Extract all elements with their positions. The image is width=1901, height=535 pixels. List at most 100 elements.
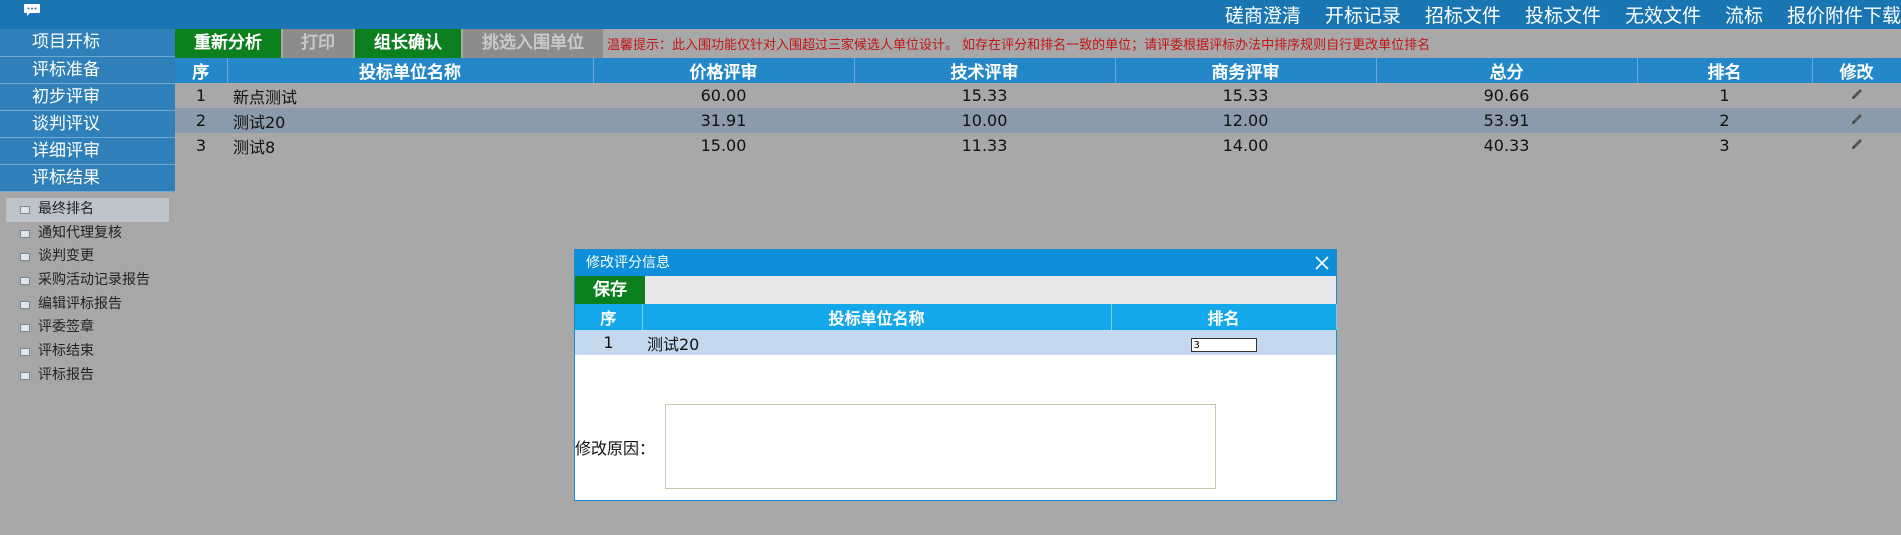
cell-edit: [1812, 83, 1901, 108]
dialog-table: 序 投标单位名称 排名 1 测试20: [575, 304, 1337, 355]
doc-icon: [20, 229, 30, 238]
cell-name: 测试8: [233, 137, 276, 157]
cell-price: 15.00: [700, 136, 747, 155]
leader-confirm-button[interactable]: 组长确认: [355, 29, 461, 58]
menu-preliminary-review[interactable]: 初步评审: [0, 84, 175, 111]
cell-no: 1: [195, 86, 207, 105]
doc-icon: [20, 300, 30, 309]
cell-biz: 14.00: [1222, 136, 1269, 155]
select-shortlist-button[interactable]: 挑选入围单位: [463, 29, 603, 58]
table-row[interactable]: 1 新点测试 60.00 15.33 15.33 90.66 1: [175, 83, 1901, 108]
sub-item-evaluation-report[interactable]: 评标报告: [0, 364, 175, 388]
table-header-row: 序 投标单位名称 价格评审 技术评审 商务评审 总分 排名 修改: [175, 58, 1901, 83]
nav-clarification[interactable]: 磋商澄清: [1225, 1, 1301, 28]
sub-item-procurement-report[interactable]: 采购活动记录报告: [0, 269, 175, 293]
pencil-icon[interactable]: [1850, 137, 1864, 151]
dialog-cell-name: 测试20: [642, 330, 1111, 355]
col-header-price: 价格评审: [593, 58, 855, 83]
sub-item-final-ranking[interactable]: 最终排名: [6, 198, 169, 222]
dialog-table-header: 序 投标单位名称 排名: [575, 304, 1337, 330]
sub-item-label: 最终排名: [38, 201, 94, 217]
cell-no: 3: [195, 136, 207, 155]
rank-input[interactable]: [1190, 338, 1257, 353]
print-button[interactable]: 打印: [283, 29, 353, 58]
dialog-cell-rank: [1111, 330, 1336, 355]
cell-name: 新点测试: [233, 87, 298, 107]
nav-bid-file[interactable]: 投标文件: [1525, 1, 1601, 28]
sub-item-label: 采购活动记录报告: [38, 272, 150, 289]
sub-item-label: 评委签章: [38, 319, 94, 336]
menu-evaluation-prep[interactable]: 评标准备: [0, 57, 175, 84]
doc-icon: [20, 253, 30, 262]
cell-edit: [1812, 108, 1901, 133]
sub-item-evaluation-end[interactable]: 评标结束: [0, 340, 175, 364]
menu-detailed-review[interactable]: 详细评审: [0, 138, 175, 165]
edit-score-dialog: 修改评分信息 保存 序 投标单位名称 排名 1 测试20 修改原因：: [574, 249, 1337, 501]
cell-rank: 2: [1637, 108, 1812, 133]
reanalyze-button[interactable]: 重新分析: [175, 29, 281, 58]
sub-item-committee-sign[interactable]: 评委签章: [0, 316, 175, 340]
sub-item-label: 谈判变更: [38, 248, 94, 265]
nav-opening-record[interactable]: 开标记录: [1325, 1, 1401, 28]
reason-label: 修改原因：: [575, 439, 656, 458]
sub-item-edit-report[interactable]: 编辑评标报告: [0, 293, 175, 317]
sub-item-notify-agent-review[interactable]: 通知代理复核: [0, 222, 175, 246]
nav-invalid-file[interactable]: 无效文件: [1625, 1, 1701, 28]
doc-icon: [20, 371, 30, 380]
table-row[interactable]: 3 测试8 15.00 11.33 14.00 40.33 3: [175, 133, 1901, 158]
menu-evaluation-result[interactable]: 评标结果: [0, 165, 175, 192]
ranking-table: 序 投标单位名称 价格评审 技术评审 商务评审 总分 排名 修改 1 新点测试 …: [175, 58, 1901, 158]
reason-textarea[interactable]: [665, 404, 1216, 489]
cell-edit: [1812, 133, 1901, 158]
cell-rank: 1: [1719, 86, 1730, 105]
cell-total: 90.66: [1483, 86, 1530, 105]
submenu: 最终排名 通知代理复核 谈判变更 采购活动记录报告 编辑评标报告 评委签章 评标…: [0, 192, 175, 388]
col-header-tech: 技术评审: [854, 58, 1116, 83]
dialog-col-name: 投标单位名称: [642, 304, 1112, 330]
col-header-rank: 排名: [1637, 58, 1813, 83]
toolbar: 重新分析 打印 组长确认 挑选入围单位 温馨提示：此入围功能仅针对入围超过三家候…: [175, 29, 1430, 58]
dialog-header: 修改评分信息: [575, 250, 1336, 276]
pencil-icon[interactable]: [1850, 87, 1864, 101]
chat-icon[interactable]: [23, 3, 41, 17]
col-header-name: 投标单位名称: [227, 58, 594, 83]
dialog-col-rank: 排名: [1111, 304, 1337, 330]
sub-item-negotiation-change[interactable]: 谈判变更: [0, 245, 175, 269]
sub-item-label: 编辑评标报告: [38, 295, 122, 312]
sidebar: 项目开标 评标准备 初步评审 谈判评议 详细评审 评标结果 最终排名 通知代理复…: [0, 29, 175, 535]
cell-rank: 3: [1719, 136, 1730, 155]
cell-tech: 10.00: [854, 108, 1115, 133]
cell-biz: 12.00: [1115, 108, 1376, 133]
cell-tech: 15.33: [961, 86, 1008, 105]
cell-name: 测试20: [227, 108, 593, 133]
close-icon[interactable]: [1313, 254, 1331, 272]
nav-tender-file[interactable]: 招标文件: [1425, 1, 1501, 28]
dialog-row: 1 测试20: [575, 330, 1336, 355]
menu-project-opening[interactable]: 项目开标: [0, 29, 175, 57]
save-button[interactable]: 保存: [575, 276, 645, 304]
cell-total: 53.91: [1376, 108, 1637, 133]
doc-icon: [20, 276, 30, 285]
cell-price: 31.91: [593, 108, 854, 133]
notice-text: 温馨提示：此入围功能仅针对入围超过三家候选人单位设计。 如存在评分和排名一致的单…: [607, 38, 1431, 53]
top-nav: 磋商澄清 开标记录 招标文件 投标文件 无效文件 流标 报价附件下载: [1225, 0, 1901, 29]
table-row[interactable]: 2 测试20 31.91 10.00 12.00 53.91 2: [175, 108, 1901, 133]
cell-total: 40.33: [1483, 136, 1530, 155]
nav-quote-attachment-download[interactable]: 报价附件下载: [1787, 1, 1901, 28]
pencil-icon[interactable]: [1850, 112, 1864, 126]
sub-item-label: 通知代理复核: [38, 224, 122, 241]
col-header-edit: 修改: [1812, 58, 1901, 83]
dialog-col-no: 序: [575, 304, 643, 330]
cell-no: 2: [175, 108, 227, 133]
col-header-total: 总分: [1376, 58, 1638, 83]
nav-failed-bid[interactable]: 流标: [1725, 1, 1763, 28]
cell-tech: 11.33: [961, 136, 1008, 155]
dialog-toolbar: 保存: [575, 276, 1336, 304]
menu-negotiation-review[interactable]: 谈判评议: [0, 111, 175, 138]
cell-price: 60.00: [700, 86, 747, 105]
dialog-cell-no: 1: [575, 330, 642, 355]
doc-icon: [20, 347, 30, 356]
sub-item-label: 评标结束: [38, 343, 94, 360]
doc-icon: [20, 324, 30, 333]
col-header-biz: 商务评审: [1115, 58, 1377, 83]
